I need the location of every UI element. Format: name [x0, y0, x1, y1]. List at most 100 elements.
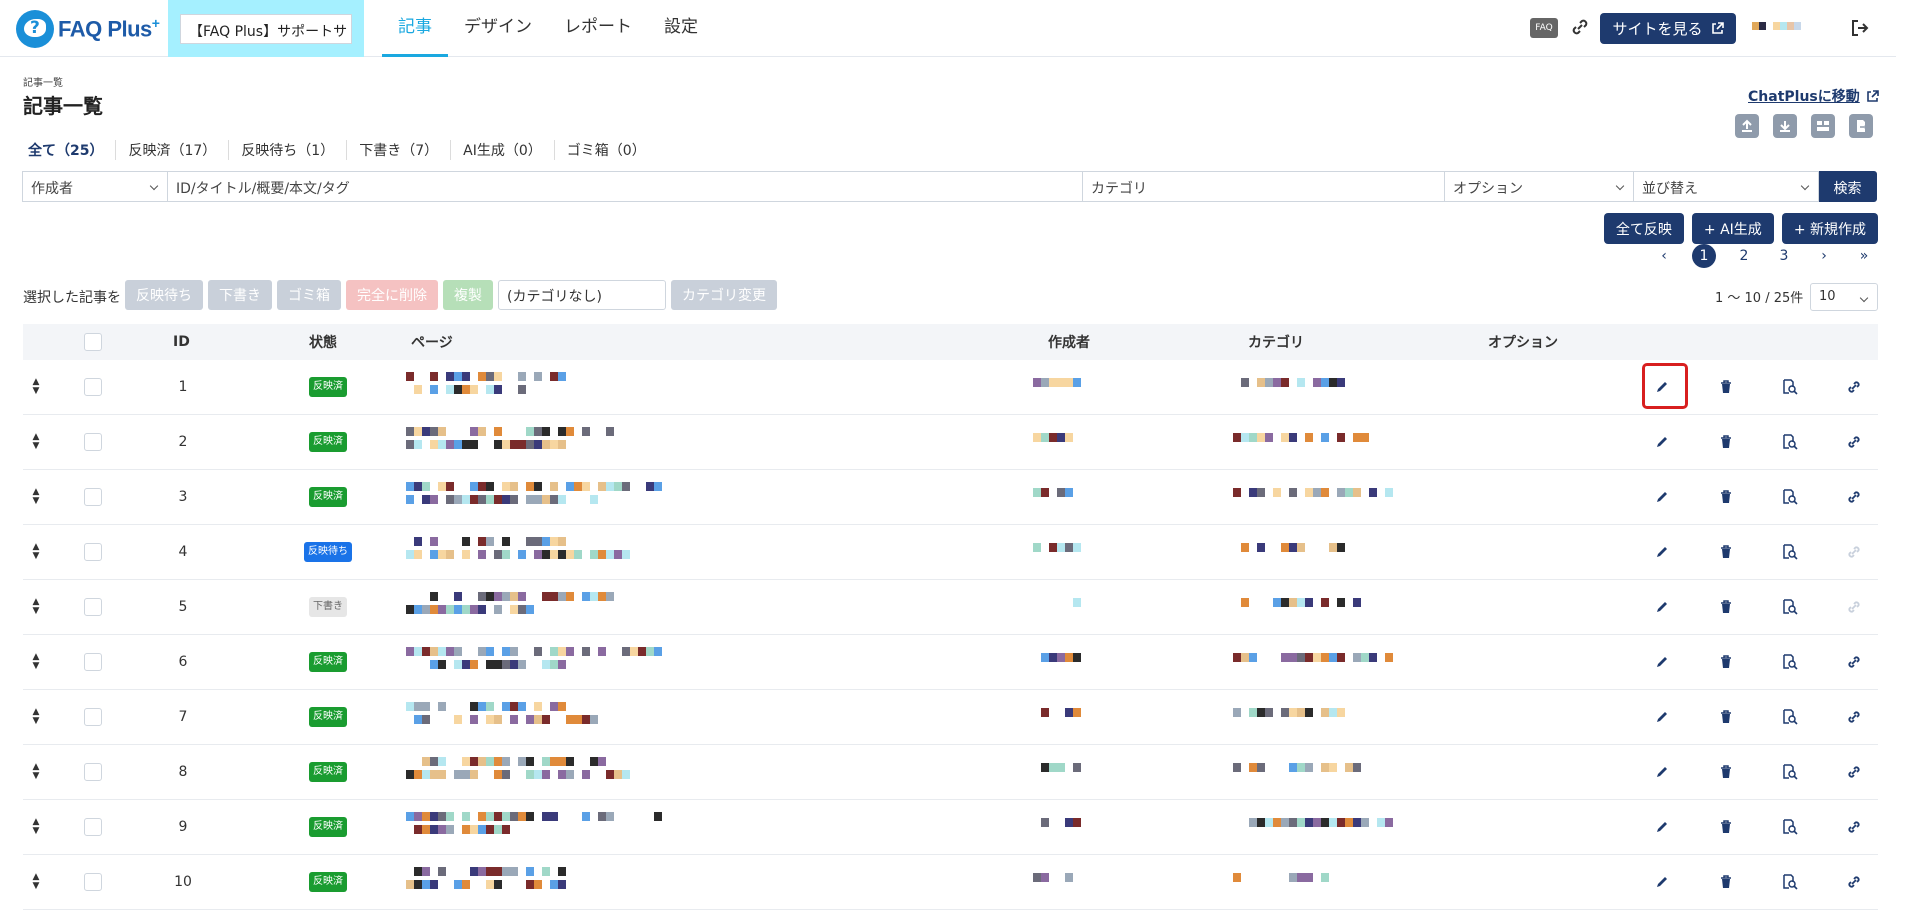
link-icon[interactable]: [1845, 433, 1863, 451]
row-checkbox[interactable]: [84, 543, 102, 561]
upload-icon[interactable]: [1735, 114, 1759, 138]
drag-handle-icon[interactable]: ▲ ▼: [29, 360, 43, 414]
table-row[interactable]: ▲ ▼ 6 反映済: [23, 635, 1878, 690]
page-title-redacted[interactable]: [406, 867, 566, 876]
page-title-redacted[interactable]: [406, 592, 614, 601]
table-row[interactable]: ▲ ▼ 4 反映待ち: [23, 525, 1878, 580]
edit-icon[interactable]: [1653, 873, 1671, 891]
bulk-category-select[interactable]: (カテゴリなし): [498, 280, 666, 310]
trash-icon[interactable]: [1717, 653, 1735, 671]
preview-icon[interactable]: [1781, 653, 1799, 671]
site-selector[interactable]: 【FAQ Plus】サポートサ: [180, 13, 352, 44]
bulk-draft-button[interactable]: 下書き: [208, 280, 272, 310]
preview-icon[interactable]: [1781, 708, 1799, 726]
nav-item-report[interactable]: レポート: [548, 0, 648, 57]
bulk-delete-button[interactable]: 完全に削除: [346, 280, 438, 310]
preview-icon[interactable]: [1781, 543, 1799, 561]
keyword-input[interactable]: ID/タイトル/概要/本文/タグ: [167, 171, 1083, 202]
preview-icon[interactable]: [1781, 488, 1799, 506]
drag-handle-icon[interactable]: ▲ ▼: [29, 800, 43, 854]
row-checkbox[interactable]: [84, 433, 102, 451]
table-row[interactable]: ▲ ▼ 5 下書き: [23, 580, 1878, 635]
edit-icon[interactable]: [1653, 763, 1671, 781]
table-row[interactable]: ▲ ▼ 3 反映済: [23, 470, 1878, 525]
edit-icon[interactable]: [1653, 653, 1671, 671]
tab-trash[interactable]: ゴミ箱（0）: [553, 140, 658, 160]
drag-handle-icon[interactable]: ▲ ▼: [29, 855, 43, 909]
ai-generate-button[interactable]: + AI生成: [1691, 213, 1774, 244]
chatplus-link[interactable]: ChatPlusに移動: [1748, 86, 1879, 106]
search-button[interactable]: 検索: [1818, 171, 1877, 202]
table-row[interactable]: ▲ ▼ 9 反映済: [23, 800, 1878, 855]
page-2[interactable]: 2: [1724, 248, 1764, 264]
edit-icon[interactable]: [1653, 543, 1671, 561]
layout-icon[interactable]: [1811, 114, 1835, 138]
table-row[interactable]: ▲ ▼ 2 反映済: [23, 415, 1878, 470]
per-page-select[interactable]: 10: [1810, 283, 1878, 311]
next-page[interactable]: ›: [1804, 248, 1844, 264]
bulk-category-change-button[interactable]: カテゴリ変更: [671, 280, 777, 310]
page-title-redacted[interactable]: [406, 702, 566, 711]
faqplus-logo[interactable]: FAQ Plus+: [16, 9, 160, 49]
bulk-pending-button[interactable]: 反映待ち: [125, 280, 203, 310]
page-title-redacted[interactable]: [406, 372, 566, 381]
tab-pending[interactable]: 反映待ち（1）: [228, 140, 346, 160]
bulk-duplicate-button[interactable]: 複製: [443, 280, 493, 310]
preview-icon[interactable]: [1781, 763, 1799, 781]
link-icon[interactable]: [1845, 543, 1863, 561]
row-checkbox[interactable]: [84, 598, 102, 616]
table-row[interactable]: ▲ ▼ 10 反映済: [23, 855, 1878, 910]
row-checkbox[interactable]: [84, 763, 102, 781]
trash-icon[interactable]: [1717, 873, 1735, 891]
drag-handle-icon[interactable]: ▲ ▼: [29, 415, 43, 469]
edit-icon[interactable]: [1653, 708, 1671, 726]
link-icon[interactable]: [1845, 598, 1863, 616]
link-icon[interactable]: [1845, 488, 1863, 506]
export-file-icon[interactable]: [1849, 114, 1873, 138]
edit-icon[interactable]: [1653, 818, 1671, 836]
nav-item-design[interactable]: デザイン: [448, 0, 548, 57]
row-checkbox[interactable]: [84, 873, 102, 891]
nav-item-settings[interactable]: 設定: [648, 0, 714, 57]
trash-icon[interactable]: [1717, 763, 1735, 781]
publish-all-button[interactable]: 全て反映: [1603, 213, 1684, 244]
trash-icon[interactable]: [1717, 598, 1735, 616]
link-icon[interactable]: [1845, 653, 1863, 671]
select-all-checkbox[interactable]: [84, 333, 102, 351]
user-avatar[interactable]: [1752, 22, 1801, 30]
page-3[interactable]: 3: [1764, 248, 1804, 264]
option-select[interactable]: オプション: [1444, 171, 1634, 202]
table-row[interactable]: ▲ ▼ 7 反映済: [23, 690, 1878, 745]
page-1[interactable]: 1: [1692, 244, 1716, 268]
trash-icon[interactable]: [1717, 378, 1735, 396]
tab-all[interactable]: 全て（25）: [28, 140, 115, 160]
bulk-trash-button[interactable]: ゴミ箱: [277, 280, 341, 310]
trash-icon[interactable]: [1717, 818, 1735, 836]
row-checkbox[interactable]: [84, 378, 102, 396]
page-title-redacted[interactable]: [406, 647, 662, 656]
drag-handle-icon[interactable]: ▲ ▼: [29, 580, 43, 634]
row-checkbox[interactable]: [84, 653, 102, 671]
trash-icon[interactable]: [1717, 543, 1735, 561]
link-icon[interactable]: [1845, 763, 1863, 781]
trash-icon[interactable]: [1717, 708, 1735, 726]
row-checkbox[interactable]: [84, 488, 102, 506]
tab-published[interactable]: 反映済（17）: [115, 140, 228, 160]
preview-icon[interactable]: [1781, 873, 1799, 891]
logout-icon[interactable]: [1850, 18, 1870, 38]
prev-page[interactable]: ‹: [1644, 248, 1684, 264]
trash-icon[interactable]: [1717, 488, 1735, 506]
download-icon[interactable]: [1773, 114, 1797, 138]
trash-icon[interactable]: [1717, 433, 1735, 451]
preview-icon[interactable]: [1781, 598, 1799, 616]
drag-handle-icon[interactable]: ▲ ▼: [29, 635, 43, 689]
nav-item-articles[interactable]: 記事: [382, 0, 448, 57]
row-checkbox[interactable]: [84, 818, 102, 836]
drag-handle-icon[interactable]: ▲ ▼: [29, 745, 43, 799]
drag-handle-icon[interactable]: ▲ ▼: [29, 690, 43, 744]
page-title-redacted[interactable]: [406, 812, 662, 821]
breadcrumb[interactable]: 記事一覧: [23, 74, 63, 89]
page-title-redacted[interactable]: [406, 537, 566, 546]
category-input[interactable]: カテゴリ: [1082, 171, 1445, 202]
link-icon[interactable]: [1845, 378, 1863, 396]
